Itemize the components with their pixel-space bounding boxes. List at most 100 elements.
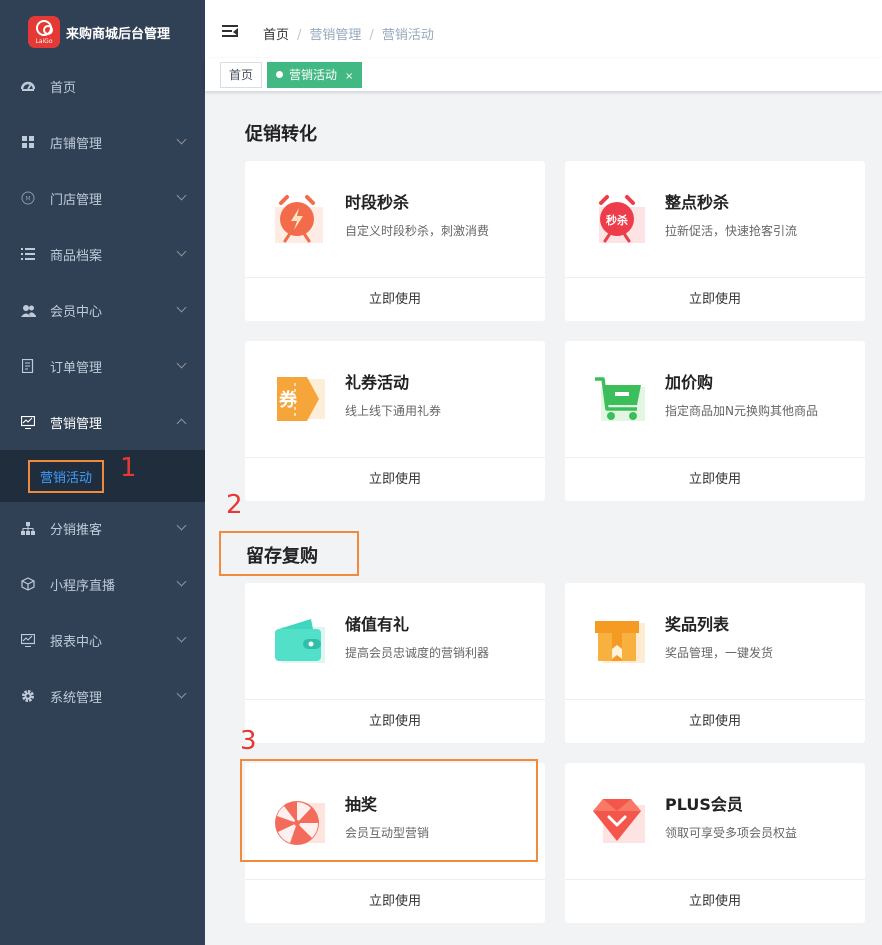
sidebar-item-orders[interactable]: 订单管理	[0, 338, 205, 394]
coupon-icon: 券	[273, 373, 325, 425]
card-desc: 指定商品加N元换购其他商品	[665, 404, 818, 418]
monitor-icon	[20, 414, 36, 430]
logo[interactable]: LaiGo 来购商城后台管理	[0, 0, 205, 64]
icon-text: 券	[279, 390, 297, 411]
breadcrumb-current: 营销活动	[381, 28, 434, 43]
alarm-seckill-icon: 秒杀	[593, 193, 645, 245]
card-title: 礼券活动	[345, 373, 410, 392]
sidebar-item-label: 分销推客	[50, 522, 103, 538]
use-now-button[interactable]: 立即使用	[245, 880, 545, 923]
cart-icon	[593, 373, 645, 425]
sidebar-item-label: 店铺管理	[50, 136, 103, 152]
tags-view: 首页 营销活动 ×	[205, 58, 882, 92]
card-plus-member: PLUS会员 领取可享受多项会员权益 立即使用	[565, 763, 865, 923]
chart-monitor-icon	[20, 632, 36, 648]
sidebar-item-label: 小程序直播	[50, 578, 116, 594]
card-title: 奖品列表	[665, 615, 730, 634]
sidebar-item-label: 系统管理	[50, 690, 103, 706]
sidebar-item-members[interactable]: 会员中心	[0, 282, 205, 338]
sidebar-item-label: 会员中心	[50, 304, 103, 320]
chevron-down-icon	[176, 632, 187, 643]
card-desc: 提高会员忠诚度的营销利器	[345, 646, 490, 660]
topbar: 首页 / 营销管理 / 营销活动	[205, 0, 882, 64]
sidebar-subitem-marketing-activity[interactable]: 营销活动	[0, 450, 205, 502]
chevron-up-icon	[176, 418, 187, 429]
users-icon	[20, 302, 36, 318]
list-icon	[20, 246, 36, 262]
card-desc: 拉新促活，快速抢客引流	[665, 224, 798, 238]
breadcrumb-home[interactable]: 首页	[263, 28, 289, 43]
card-stored-value: 储值有礼 提高会员忠诚度的营销利器 立即使用	[245, 583, 545, 743]
sidebar-item-label: 首页	[50, 80, 77, 96]
alarm-lightning-icon	[273, 193, 325, 245]
chevron-down-icon	[176, 576, 187, 587]
card-prize-list: 奖品列表 奖品管理，一键发货 立即使用	[565, 583, 865, 743]
gift-box-icon	[593, 615, 645, 667]
card-desc: 奖品管理，一键发货	[665, 646, 774, 660]
use-now-button[interactable]: 立即使用	[565, 700, 865, 743]
gear-icon	[20, 688, 36, 704]
sidebar-item-label: 门店管理	[50, 192, 103, 208]
card-title: PLUS会员	[665, 795, 743, 814]
sidebar-item-store[interactable]: M 门店管理	[0, 170, 205, 226]
card-coupon: 券 礼券活动 线上线下通用礼券 立即使用	[245, 341, 545, 501]
use-now-button[interactable]: 立即使用	[245, 458, 545, 501]
card-title: 储值有礼	[345, 615, 410, 634]
card-desc: 领取可享受多项会员权益	[665, 826, 798, 840]
grid-icon	[20, 134, 36, 150]
diamond-icon	[593, 795, 645, 847]
svg-text:M: M	[25, 196, 30, 203]
chevron-down-icon	[176, 688, 187, 699]
card-time-seckill: 时段秒杀 自定义时段秒杀，刺激消费 立即使用	[245, 161, 545, 321]
card-hourly-seckill: 秒杀 整点秒杀 拉新促活，快速抢客引流 立即使用	[565, 161, 865, 321]
sidebar-item-distribution[interactable]: 分销推客	[0, 500, 205, 556]
use-now-button[interactable]: 立即使用	[565, 880, 865, 923]
sidebar-item-label: 营销管理	[50, 416, 103, 432]
annotation-number: 2	[226, 490, 243, 520]
sidebar-item-marketing[interactable]: 营销管理	[0, 394, 205, 450]
use-now-button[interactable]: 立即使用	[245, 700, 545, 743]
breadcrumb-marketing[interactable]: 营销管理	[309, 28, 361, 43]
annotation-number: 1	[120, 453, 137, 483]
sidebar-item-home[interactable]: 首页	[0, 58, 205, 114]
sidebar-item-shop[interactable]: 店铺管理	[0, 114, 205, 170]
store-icon: M	[20, 190, 36, 206]
use-now-button[interactable]: 立即使用	[565, 458, 865, 501]
card-desc: 线上线下通用礼券	[345, 404, 442, 418]
chevron-down-icon	[176, 302, 187, 313]
section-title-promotion: 促销转化	[245, 124, 317, 145]
sitemap-icon	[20, 520, 36, 536]
card-title: 整点秒杀	[665, 193, 730, 212]
sidebar-item-system[interactable]: 系统管理	[0, 668, 205, 724]
tag-label: 营销活动	[289, 68, 338, 82]
order-icon	[20, 358, 36, 374]
logo-icon: LaiGo	[28, 16, 60, 48]
chevron-down-icon	[176, 134, 187, 145]
sidebar: LaiGo 来购商城后台管理 首页 店铺管理 M 门店管理 商品档案 会员中心 …	[0, 0, 205, 945]
tag-home[interactable]: 首页	[220, 62, 263, 88]
sidebar-item-goods[interactable]: 商品档案	[0, 226, 205, 282]
sidebar-item-live[interactable]: 小程序直播	[0, 556, 205, 612]
use-now-button[interactable]: 立即使用	[245, 278, 545, 321]
card-title: 时段秒杀	[345, 193, 410, 212]
annotation-number: 3	[240, 726, 257, 756]
use-now-button[interactable]: 立即使用	[565, 278, 865, 321]
annotation-box	[240, 759, 538, 862]
sidebar-item-label: 订单管理	[50, 360, 103, 376]
sidebar-subitem-label[interactable]: 营销活动	[28, 459, 105, 493]
card-title: 加价购	[665, 373, 714, 392]
logo-sub-text: LaiGo	[35, 38, 53, 45]
sidebar-item-label: 报表中心	[50, 634, 103, 650]
chevron-down-icon	[176, 520, 187, 531]
annotation-box	[219, 531, 359, 576]
icon-text: 秒杀	[606, 214, 628, 227]
sidebar-item-label: 商品档案	[50, 248, 103, 264]
close-icon[interactable]: ×	[345, 71, 353, 82]
tag-marketing-activity[interactable]: 营销活动 ×	[267, 62, 363, 88]
menu-fold-icon[interactable]	[222, 25, 238, 38]
active-dot-icon	[276, 71, 283, 78]
chevron-down-icon	[176, 358, 187, 369]
card-add-price-buy: 加价购 指定商品加N元换购其他商品 立即使用	[565, 341, 865, 501]
sidebar-item-reports[interactable]: 报表中心	[0, 612, 205, 668]
dashboard-icon	[20, 78, 36, 94]
